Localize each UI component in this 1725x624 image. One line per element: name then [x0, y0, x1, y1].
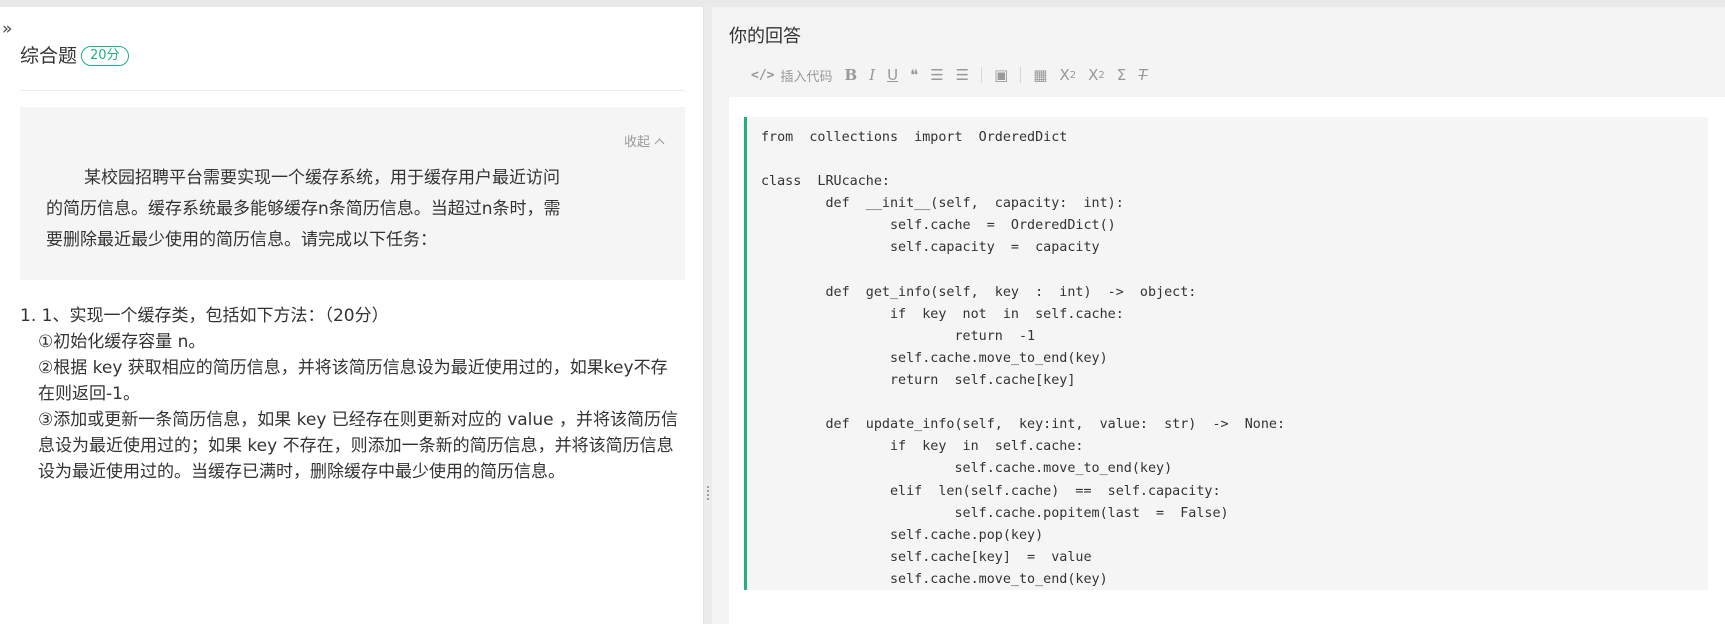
- task-item: ①初始化缓存容量 n。: [38, 332, 206, 352]
- formula-icon[interactable]: Σ: [1117, 66, 1126, 84]
- question-header: 综合题 20分: [20, 43, 685, 91]
- italic-icon[interactable]: I: [869, 66, 875, 84]
- code-icon: </>: [751, 67, 775, 83]
- quote-icon[interactable]: ❝: [910, 66, 918, 84]
- answer-title: 你的回答: [729, 26, 801, 47]
- stem-text: 某校园招聘平台需要实现一个缓存系统，用于缓存用户最近访问的简历信息。缓存系统最多…: [46, 168, 561, 250]
- task-heading: 1. 1、实现一个缓存类，包括如下方法：（20分）: [20, 306, 389, 326]
- pane-splitter[interactable]: [703, 7, 712, 624]
- table-icon[interactable]: ▦: [1033, 66, 1047, 84]
- ordered-list-icon[interactable]: ☰: [930, 66, 943, 84]
- drag-handle-icon[interactable]: [706, 485, 710, 501]
- superscript-icon[interactable]: X2: [1088, 66, 1105, 84]
- code-block[interactable]: from collections import OrderedDict clas…: [744, 117, 1708, 590]
- image-icon[interactable]: ▣: [994, 66, 1008, 84]
- task-list: 1. 1、实现一个缓存类，包括如下方法：（20分） ①初始化缓存容量 n。 ②根…: [20, 303, 680, 485]
- question-stem: 收起 某校园招聘平台需要实现一个缓存系统，用于缓存用户最近访问的简历信息。缓存系…: [20, 107, 685, 280]
- rich-text-editor[interactable]: </> 插入代码 B I U ❝ ☰ ☰ ▣ ▦ X2 X2 Σ T from …: [729, 53, 1725, 624]
- toolbar-divider: [1020, 67, 1022, 83]
- chevron-up-icon: [654, 138, 665, 149]
- code-content: from collections import OrderedDict clas…: [761, 130, 1286, 587]
- question-type-title: 综合题: [20, 45, 78, 67]
- subscript-icon[interactable]: X2: [1059, 66, 1076, 84]
- task-item: ③添加或更新一条简历信息，如果 key 已经存在则更新对应的 value ，并将…: [38, 410, 679, 482]
- answer-pane: 你的回答 </> 插入代码 B I U ❝ ☰ ☰ ▣ ▦ X2 X2 Σ T …: [712, 7, 1725, 624]
- score-badge: 20分: [81, 46, 129, 66]
- editor-toolbar: </> 插入代码 B I U ❝ ☰ ☰ ▣ ▦ X2 X2 Σ T: [729, 53, 1725, 97]
- top-bar: [0, 0, 1725, 7]
- question-pane: » 综合题 20分 收起 某校园招聘平台需要实现一个缓存系统，用于缓存用户最近访…: [0, 7, 703, 624]
- insert-code-button[interactable]: </> 插入代码: [751, 66, 833, 85]
- insert-code-label: 插入代码: [780, 69, 833, 85]
- unordered-list-icon[interactable]: ☰: [956, 66, 969, 84]
- task-item: ②根据 key 获取相应的简历信息，并将该简历信息设为最近使用过的，如果key不…: [38, 358, 668, 404]
- toolbar-divider: [981, 67, 983, 83]
- expand-sidebar-icon[interactable]: »: [2, 21, 12, 38]
- clear-format-icon[interactable]: T: [1138, 66, 1147, 84]
- underline-icon[interactable]: U: [887, 66, 898, 84]
- bold-icon[interactable]: B: [845, 66, 858, 84]
- fold-button[interactable]: 收起: [623, 131, 665, 150]
- fold-label: 收起: [623, 135, 650, 150]
